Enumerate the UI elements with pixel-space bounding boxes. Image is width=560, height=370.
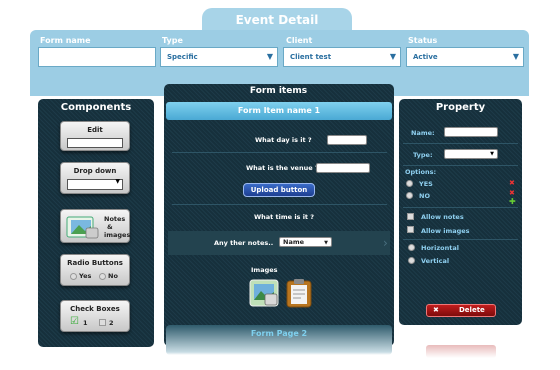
check-2-label: 2 (109, 319, 114, 327)
page-title: Event Detail (202, 8, 352, 32)
venue-input[interactable] (316, 163, 370, 173)
allow-notes-checkbox[interactable] (407, 213, 414, 220)
image-icon[interactable] (249, 279, 279, 307)
remove-option-icon[interactable]: ✖ (509, 189, 515, 197)
delete-label: Delete (459, 306, 485, 314)
edit-component[interactable]: Edit (60, 121, 130, 151)
vertical-radio[interactable] (408, 257, 415, 264)
type-prop-select[interactable]: ▼ (444, 149, 498, 159)
form-name-label: Form name (40, 36, 91, 45)
radio-yes-label: Yes (79, 272, 92, 280)
question-time: What time is it ? (254, 213, 315, 221)
allow-images-checkbox[interactable] (407, 226, 414, 233)
form-item-name-bar[interactable]: Form Item name 1 (166, 102, 392, 120)
checkbox-empty (99, 319, 106, 326)
dropdown-label: Drop down (73, 167, 117, 175)
option-yes-label: YES (419, 180, 433, 188)
notes-name-select[interactable]: Name ▼ (279, 237, 332, 247)
status-label: Status (408, 36, 438, 45)
delete-button-reflection (426, 345, 496, 358)
images-heading: Images (251, 266, 278, 274)
horizontal-label: Horizontal (421, 244, 459, 252)
delete-button[interactable]: ✖ Delete (426, 304, 496, 317)
add-option-icon[interactable]: ✚ (509, 197, 516, 206)
type-label: Type (162, 36, 183, 45)
day-input[interactable] (327, 135, 367, 145)
dropdown-preview: ▼ (67, 178, 123, 190)
components-title: Components (60, 102, 132, 113)
status-select[interactable]: Active ▼ (406, 47, 524, 67)
edit-preview-input (67, 138, 123, 148)
client-select[interactable]: Client test ▼ (283, 47, 401, 67)
chevron-right-icon: › (383, 236, 388, 250)
property-title: Property (435, 102, 486, 113)
event-detail-window: Event Detail Form name Type Specific ▼ C… (0, 0, 560, 370)
option-yes-radio[interactable] (406, 180, 413, 187)
chevron-down-icon: ▼ (490, 151, 494, 157)
dropdown-component[interactable]: Drop down ▼ (60, 162, 130, 194)
checkbox-checked-icon: ☑ (70, 316, 79, 327)
notes-label: Notes (104, 215, 126, 223)
notes-select-value: Name (283, 238, 305, 246)
radio-yes-dot (70, 273, 77, 280)
notes-images-component[interactable]: Notes & images (60, 209, 130, 243)
client-label: Client (286, 36, 313, 45)
type-select[interactable]: Specific ▼ (160, 47, 278, 67)
divider (403, 207, 518, 208)
question-notes: Any ther notes.. (214, 239, 274, 247)
close-icon: ✖ (433, 306, 439, 314)
divider (172, 152, 387, 153)
edit-label: Edit (87, 126, 103, 134)
form-name-input[interactable] (38, 47, 156, 67)
type-prop-label: Type: (413, 151, 433, 159)
remove-option-icon[interactable]: ✖ (509, 179, 515, 187)
images-label: images (104, 231, 131, 239)
radio-no-label: No (108, 272, 118, 280)
form-page-2[interactable]: Form Page 2 (166, 325, 392, 355)
name-label: Name: (411, 129, 435, 137)
images-upload-icons (249, 279, 312, 308)
notes-amp-label: & (107, 223, 113, 231)
divider (403, 239, 518, 240)
radio-buttons-component[interactable]: Radio Buttons Yes No (60, 254, 130, 286)
options-label: Options: (405, 168, 437, 176)
option-no-label: NO (419, 192, 430, 200)
radio-no-dot (99, 273, 106, 280)
question-day: What day is it ? (255, 136, 312, 144)
chevron-down-icon: ▼ (266, 52, 273, 61)
radio-label: Radio Buttons (67, 259, 123, 267)
components-panel: Components Edit Drop down ▼ Notes & imag… (38, 99, 154, 347)
question-venue: What is the venue ? (246, 164, 319, 172)
divider (403, 143, 518, 144)
status-value: Active (413, 53, 438, 61)
chevron-down-icon: ▼ (324, 240, 328, 246)
option-no-radio[interactable] (406, 192, 413, 199)
clipboard-icon[interactable] (286, 279, 312, 308)
client-value: Client test (290, 53, 332, 61)
checkboxes-component[interactable]: Check Boxes ☑ 1 2 (60, 300, 130, 332)
form-items-title: Form items (249, 86, 308, 96)
chevron-down-icon: ▼ (512, 52, 519, 61)
allow-notes-label: Allow notes (421, 213, 464, 221)
images-icon (66, 216, 99, 239)
vertical-label: Vertical (421, 257, 450, 265)
divider (403, 165, 518, 166)
checkboxes-label: Check Boxes (70, 305, 120, 313)
horizontal-radio[interactable] (408, 244, 415, 251)
upload-button[interactable]: Upload button (243, 183, 315, 197)
check-1-label: 1 (83, 319, 88, 327)
name-input[interactable] (444, 127, 498, 137)
divider (172, 204, 387, 205)
chevron-down-icon: ▼ (389, 52, 396, 61)
chevron-down-icon: ▼ (115, 178, 120, 185)
type-value: Specific (167, 53, 198, 61)
allow-images-label: Allow images (421, 227, 470, 235)
